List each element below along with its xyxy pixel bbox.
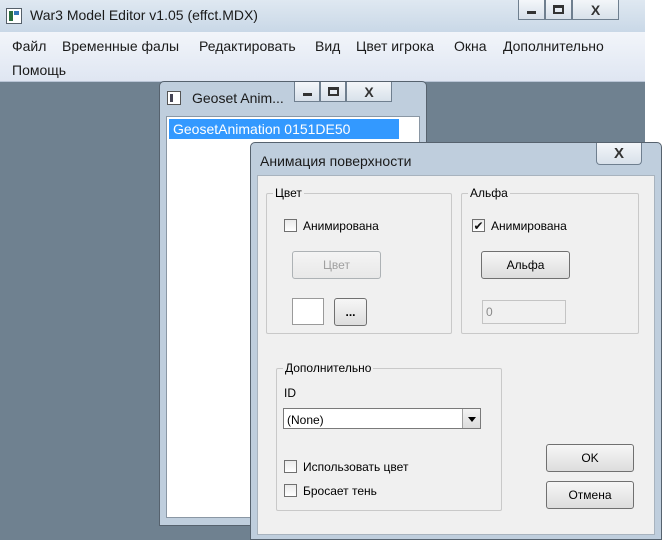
minimize-icon bbox=[527, 11, 536, 14]
drops-shadow-checkbox[interactable] bbox=[284, 484, 297, 497]
menu-extra[interactable]: Дополнительно bbox=[503, 38, 604, 54]
menu-windows[interactable]: Окна bbox=[454, 38, 487, 54]
main-titlebar[interactable]: War3 Model Editor v1.05 (effct.MDX) X bbox=[0, 0, 662, 32]
menu-temp-files[interactable]: Временные фалы bbox=[62, 38, 179, 54]
color-animated-label: Анимирована bbox=[303, 219, 379, 233]
close-icon: X bbox=[590, 1, 601, 18]
menu-player-color[interactable]: Цвет игрока bbox=[356, 38, 434, 54]
close-button[interactable]: X bbox=[572, 0, 619, 20]
dialog-body: Цвет Анимирована Цвет ... Альфа ✔ Анимир… bbox=[257, 175, 655, 535]
menubar: Файл Временные фалы Редактировать Вид Цв… bbox=[0, 32, 662, 82]
maximize-icon bbox=[327, 87, 339, 96]
menu-file[interactable]: Файл bbox=[12, 38, 46, 54]
cancel-button[interactable]: Отмена bbox=[546, 481, 634, 509]
maximize-icon bbox=[553, 5, 564, 14]
extra-group-legend: Дополнительно bbox=[285, 361, 372, 375]
geoset-caption-buttons: X bbox=[294, 82, 392, 102]
ok-button[interactable]: OK bbox=[546, 444, 634, 472]
menu-edit[interactable]: Редактировать bbox=[199, 38, 296, 54]
use-color-label: Использовать цвет bbox=[303, 460, 409, 474]
geoset-window-title: Geoset Anim... bbox=[192, 90, 284, 106]
menu-help[interactable]: Помощь bbox=[12, 62, 66, 78]
color-animated-checkbox[interactable] bbox=[284, 219, 297, 232]
menu-view[interactable]: Вид bbox=[315, 38, 340, 54]
id-label: ID bbox=[284, 386, 296, 400]
alpha-group-legend: Альфа bbox=[470, 186, 508, 200]
window-icon bbox=[167, 91, 181, 105]
geoset-animation-dialog: Анимация поверхности X Цвет Анимирована … bbox=[250, 142, 662, 540]
checkmark-icon: ✔ bbox=[473, 218, 484, 233]
chevron-down-icon[interactable] bbox=[462, 409, 480, 428]
dialog-title: Анимация поверхности bbox=[260, 153, 412, 169]
color-button[interactable]: Цвет bbox=[292, 251, 381, 279]
background-window-edge bbox=[645, 0, 662, 150]
color-swatch[interactable] bbox=[292, 298, 324, 325]
dialog-close-button[interactable]: X bbox=[596, 143, 642, 165]
close-icon: X bbox=[364, 83, 374, 100]
color-group-legend: Цвет bbox=[275, 186, 302, 200]
drops-shadow-label: Бросает тень bbox=[303, 484, 377, 498]
minimize-icon bbox=[302, 93, 312, 96]
geoset-titlebar[interactable]: Geoset Anim... X bbox=[160, 82, 426, 114]
window-title: War3 Model Editor v1.05 (effct.MDX) bbox=[30, 7, 258, 23]
id-select[interactable]: (None) bbox=[283, 408, 481, 429]
close-icon: X bbox=[613, 145, 624, 162]
main-caption-buttons: X bbox=[518, 0, 619, 20]
browse-color-button[interactable]: ... bbox=[334, 298, 367, 326]
list-item[interactable]: GeosetAnimation 0151DE50 bbox=[169, 119, 399, 139]
app-icon bbox=[6, 8, 22, 24]
alpha-button[interactable]: Альфа bbox=[481, 251, 570, 279]
geoset-maximize-button[interactable] bbox=[320, 82, 346, 102]
geoset-close-button[interactable]: X bbox=[346, 82, 392, 102]
alpha-value-input[interactable]: 0 bbox=[482, 300, 566, 324]
use-color-checkbox[interactable] bbox=[284, 460, 297, 473]
alpha-animated-label: Анимирована bbox=[491, 219, 567, 233]
minimize-button[interactable] bbox=[518, 0, 545, 20]
geoset-minimize-button[interactable] bbox=[294, 82, 320, 102]
maximize-button[interactable] bbox=[545, 0, 572, 20]
dialog-titlebar[interactable]: Анимация поверхности X bbox=[251, 143, 661, 173]
id-select-value: (None) bbox=[287, 413, 324, 427]
alpha-animated-checkbox[interactable]: ✔ bbox=[472, 219, 485, 232]
